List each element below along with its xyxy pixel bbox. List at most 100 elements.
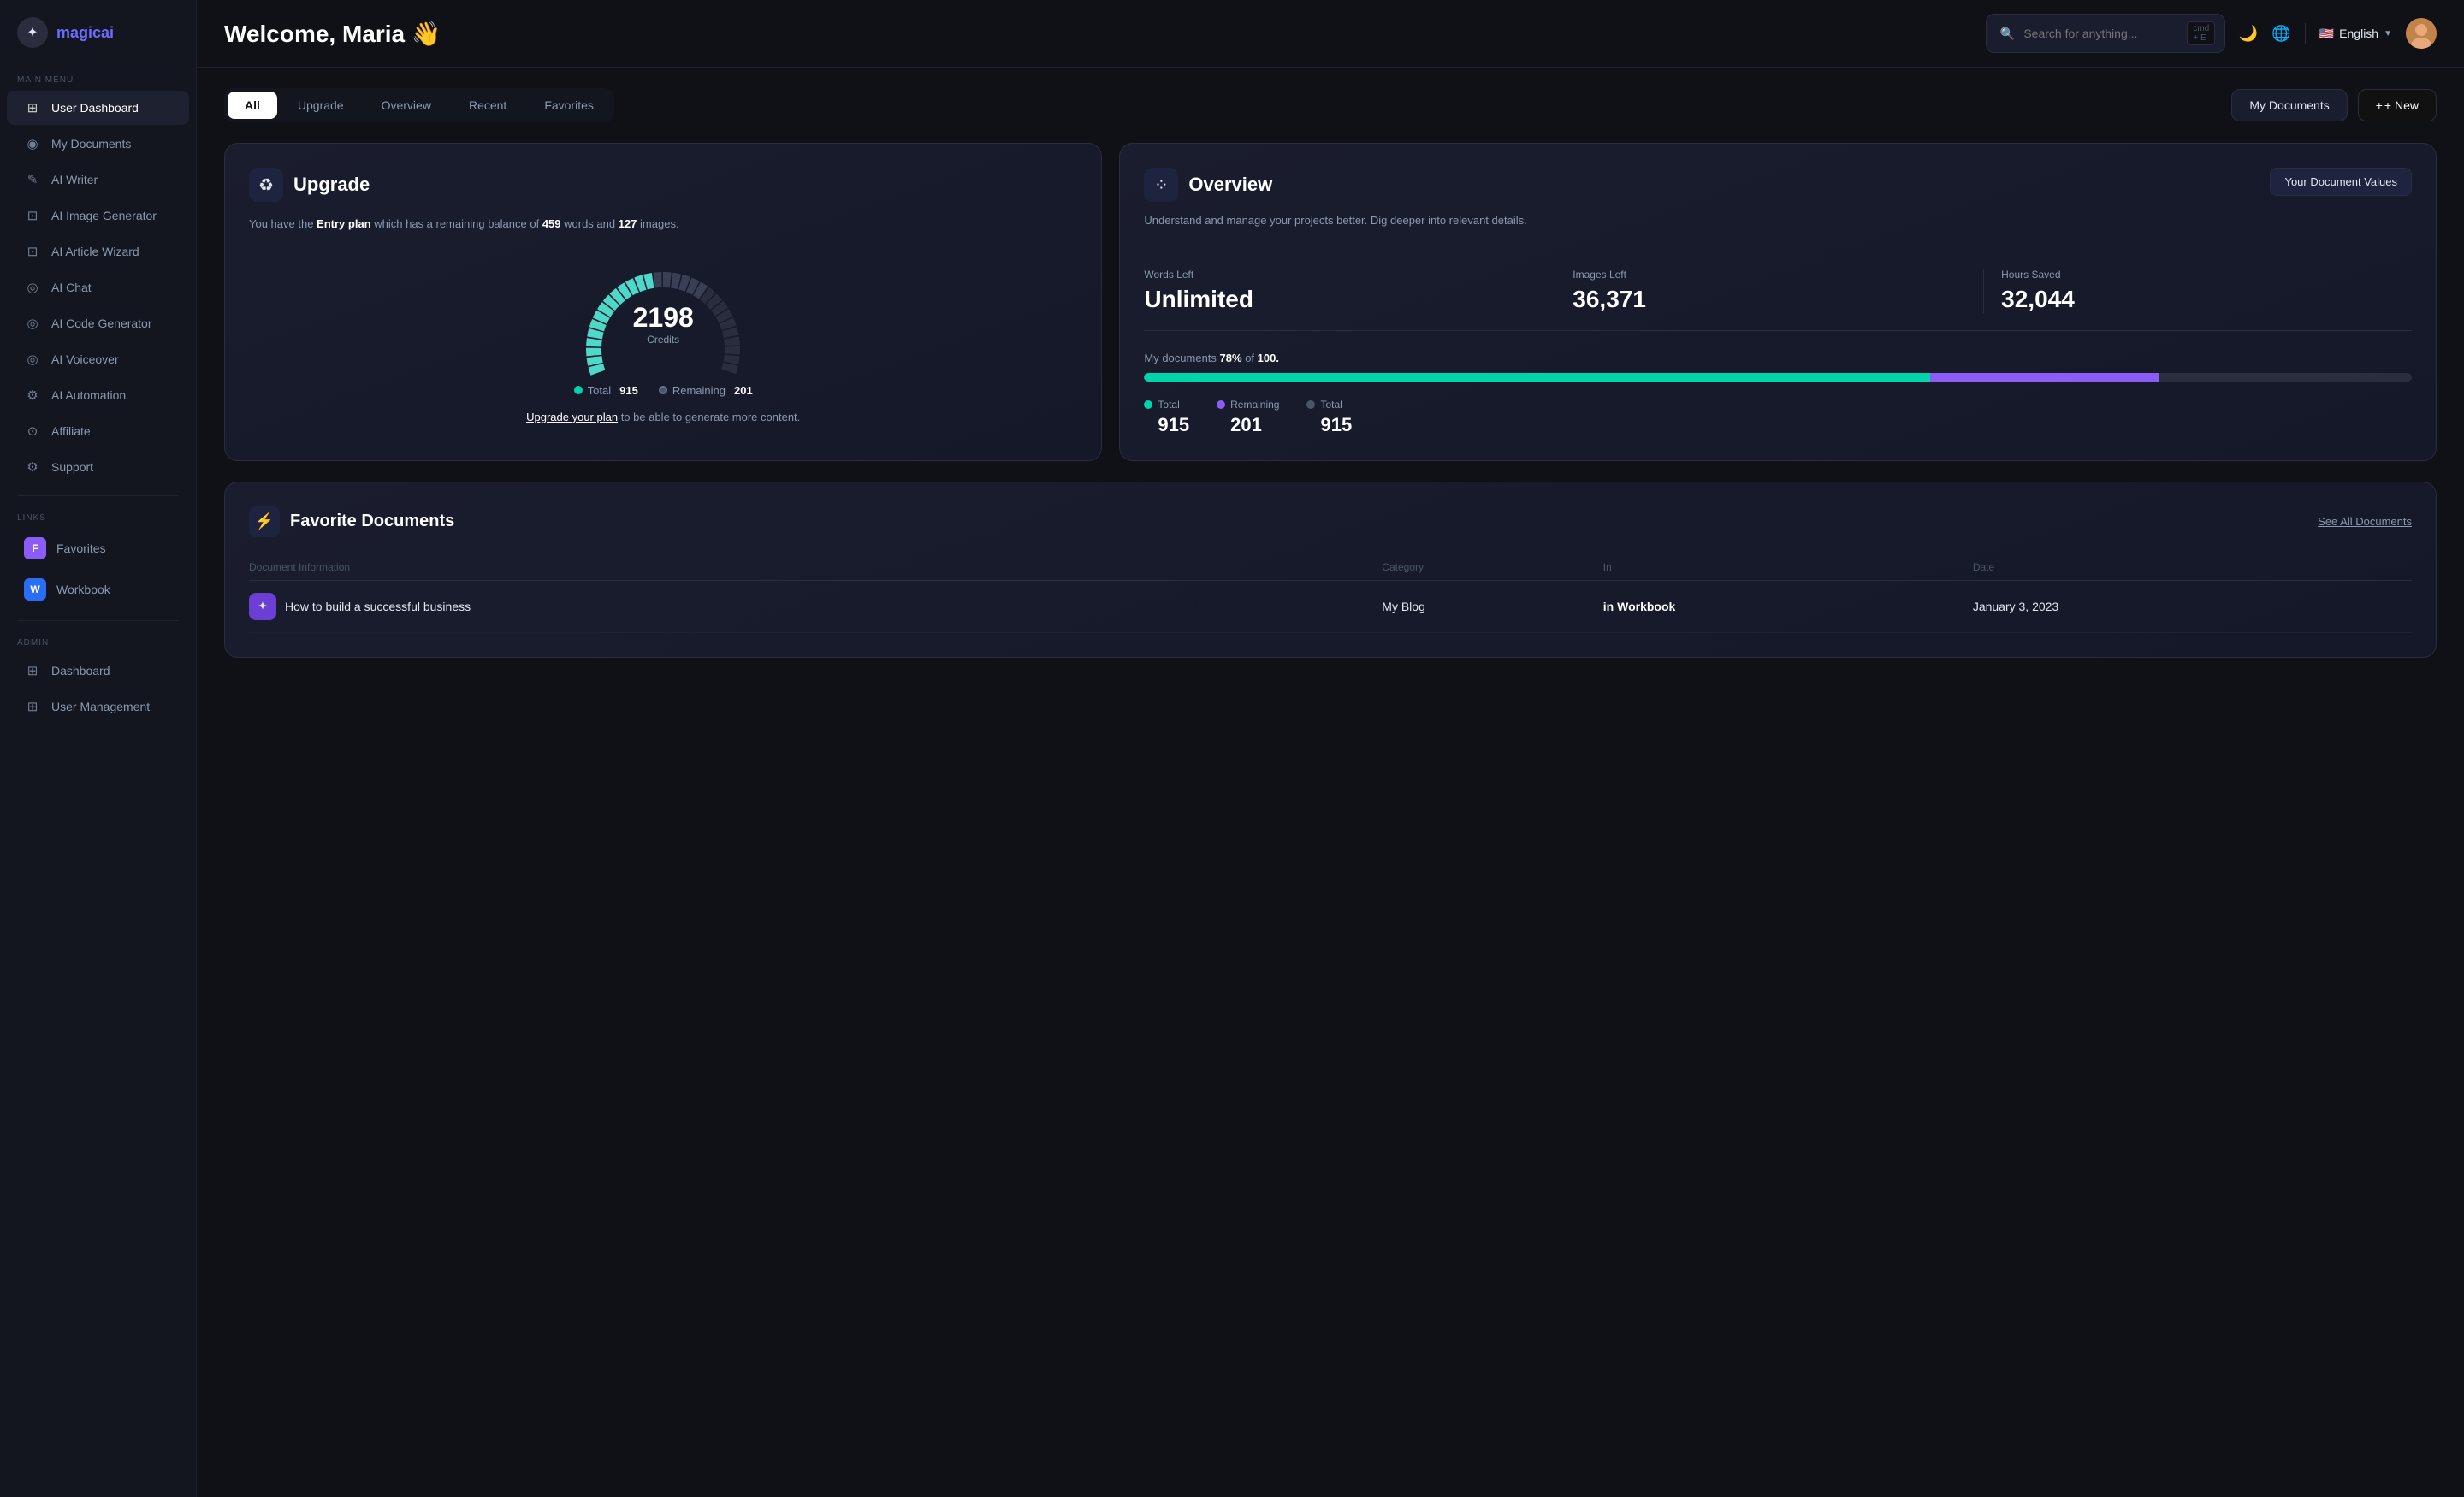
ai-article-icon: ⊡ (24, 243, 41, 260)
legend-remaining-dot (659, 386, 667, 394)
sidebar-item-favorites[interactable]: F Favorites (7, 529, 189, 568)
sidebar-item-ai-automation[interactable]: ⚙ AI Automation (7, 378, 189, 412)
language-selector[interactable]: 🇺🇸 English ▼ (2319, 27, 2392, 41)
admin-dashboard-icon: ⊞ (24, 662, 41, 679)
content-area: All Upgrade Overview Recent Favorites My… (197, 68, 2464, 1497)
new-button[interactable]: + + New (2358, 89, 2437, 121)
sidebar-label-ai-image-generator: AI Image Generator (51, 209, 157, 222)
sidebar-label-ai-chat: AI Chat (51, 281, 92, 294)
sidebar-item-admin-dashboard[interactable]: ⊞ Dashboard (7, 654, 189, 688)
sidebar-label-support: Support (51, 460, 93, 474)
user-management-icon: ⊞ (24, 698, 41, 715)
ai-chat-icon: ◎ (24, 279, 41, 296)
ai-code-icon: ◎ (24, 315, 41, 332)
sidebar-item-support[interactable]: ⚙ Support (7, 450, 189, 484)
search-input[interactable] (2023, 27, 2178, 40)
see-all-documents-link[interactable]: See All Documents (2318, 515, 2412, 528)
logo-icon: ✦ (17, 17, 48, 48)
overview-subtitle: Understand and manage your projects bett… (1144, 212, 2412, 230)
legend-total-dot (574, 386, 583, 394)
logo[interactable]: ✦ magicai (0, 17, 196, 68)
sidebar-item-ai-code-generator[interactable]: ◎ AI Code Generator (7, 306, 189, 340)
language-flag: 🇺🇸 (2319, 27, 2334, 41)
upgrade-title: Upgrade (293, 174, 370, 196)
images-left-label: Images Left (1573, 269, 1966, 281)
upgrade-plan-link[interactable]: Upgrade your plan (526, 411, 618, 423)
upgrade-link-text: Upgrade your plan to be able to generate… (249, 411, 1077, 423)
cards-row: ♻ Upgrade You have the Entry plan which … (224, 143, 2437, 461)
words-left-label: Words Left (1144, 269, 1537, 281)
ai-writer-icon: ✎ (24, 171, 41, 188)
doc-name: How to build a successful business (285, 600, 471, 613)
chevron-down-icon: ▼ (2384, 29, 2392, 38)
doc-date: January 3, 2023 (1973, 580, 2412, 632)
prog-remaining-value: 201 (1217, 414, 1279, 436)
sidebar-item-ai-writer[interactable]: ✎ AI Writer (7, 163, 189, 197)
prog-total-teal: Total 915 (1144, 399, 1189, 436)
sidebar-label-ai-code-generator: AI Code Generator (51, 317, 152, 330)
upgrade-description: You have the Entry plan which has a rema… (249, 216, 1077, 234)
sidebar: ✦ magicai MAIN MENU ⊞ User Dashboard ◉ M… (0, 0, 197, 1497)
globe-icon[interactable]: 🌐 (2272, 25, 2290, 43)
tab-favorites[interactable]: Favorites (527, 92, 611, 119)
language-label: English (2339, 27, 2378, 40)
tab-list: All Upgrade Overview Recent Favorites (224, 88, 614, 122)
tab-upgrade[interactable]: Upgrade (281, 92, 361, 119)
doc-icon: ✦ (249, 593, 276, 620)
sidebar-label-user-dashboard: User Dashboard (51, 101, 139, 115)
tabs-row: All Upgrade Overview Recent Favorites My… (224, 88, 2437, 122)
sidebar-label-ai-automation: AI Automation (51, 388, 126, 402)
prog-total-dark-label: Total (1306, 399, 1352, 411)
ai-image-icon: ⊡ (24, 207, 41, 224)
sidebar-item-affiliate[interactable]: ⊙ Affiliate (7, 414, 189, 448)
search-icon: 🔍 (2000, 27, 2015, 41)
my-documents-button[interactable]: My Documents (2231, 89, 2347, 121)
my-documents-icon: ◉ (24, 135, 41, 152)
header-right: 🔍 cmd + E 🌙 🌐 🇺🇸 English ▼ (1986, 14, 2437, 53)
hours-saved-value: 32,044 (2001, 286, 2395, 313)
progress-purple (1930, 373, 2159, 382)
purple-dot (1217, 400, 1225, 409)
sidebar-item-workbook[interactable]: W Workbook (7, 570, 189, 609)
user-avatar[interactable] (2406, 18, 2437, 49)
teal-dot (1144, 400, 1152, 409)
sidebar-item-my-documents[interactable]: ◉ My Documents (7, 127, 189, 161)
prog-total-dark: Total 915 (1306, 399, 1352, 436)
tab-overview[interactable]: Overview (364, 92, 448, 119)
sidebar-item-ai-image-generator[interactable]: ⊡ AI Image Generator (7, 198, 189, 233)
dashboard-icon: ⊞ (24, 99, 41, 116)
col-date: Date (1973, 554, 2412, 581)
upgrade-icon: ♻ (249, 168, 283, 202)
sidebar-item-user-management[interactable]: ⊞ User Management (7, 689, 189, 724)
hours-saved-label: Hours Saved (2001, 269, 2395, 281)
prog-total-teal-label: Total (1144, 399, 1189, 411)
gauge-center: 2198 Credits (633, 302, 694, 346)
sidebar-item-user-dashboard[interactable]: ⊞ User Dashboard (7, 91, 189, 125)
sidebar-label-admin-dashboard: Dashboard (51, 664, 110, 677)
sidebar-label-workbook: Workbook (56, 583, 110, 596)
sidebar-label-user-management: User Management (51, 700, 150, 713)
tab-recent[interactable]: Recent (452, 92, 524, 119)
doc-in: in Workbook (1603, 580, 1973, 632)
search-bar[interactable]: 🔍 cmd + E (1986, 14, 2225, 53)
credits-gauge: 2198 Credits (569, 251, 757, 370)
ai-automation-icon: ⚙ (24, 387, 41, 404)
doc-values-button[interactable]: Your Document Values (2270, 168, 2412, 196)
stat-hours-saved: Hours Saved 32,044 (1984, 269, 2412, 313)
sidebar-item-ai-voiceover[interactable]: ◎ AI Voiceover (7, 342, 189, 376)
logo-text: magicai (56, 24, 114, 42)
theme-toggle-icon[interactable]: 🌙 (2239, 25, 2258, 43)
doc-category: My Blog (1382, 580, 1603, 632)
credits-number: 2198 (633, 302, 694, 334)
upgrade-card: ♻ Upgrade You have the Entry plan which … (224, 143, 1102, 461)
fav-title-row: ⚡ Favorite Documents (249, 506, 454, 537)
support-icon: ⚙ (24, 459, 41, 476)
sidebar-divider-2 (17, 620, 179, 621)
links-label: LINKS (0, 506, 196, 528)
sidebar-item-ai-article-wizard[interactable]: ⊡ AI Article Wizard (7, 234, 189, 269)
tab-all[interactable]: All (228, 92, 277, 119)
col-category: Category (1382, 554, 1603, 581)
sidebar-item-ai-chat[interactable]: ◎ AI Chat (7, 270, 189, 305)
col-document-info: Document Information (249, 554, 1382, 581)
overview-icon: ⁘ (1144, 168, 1178, 202)
